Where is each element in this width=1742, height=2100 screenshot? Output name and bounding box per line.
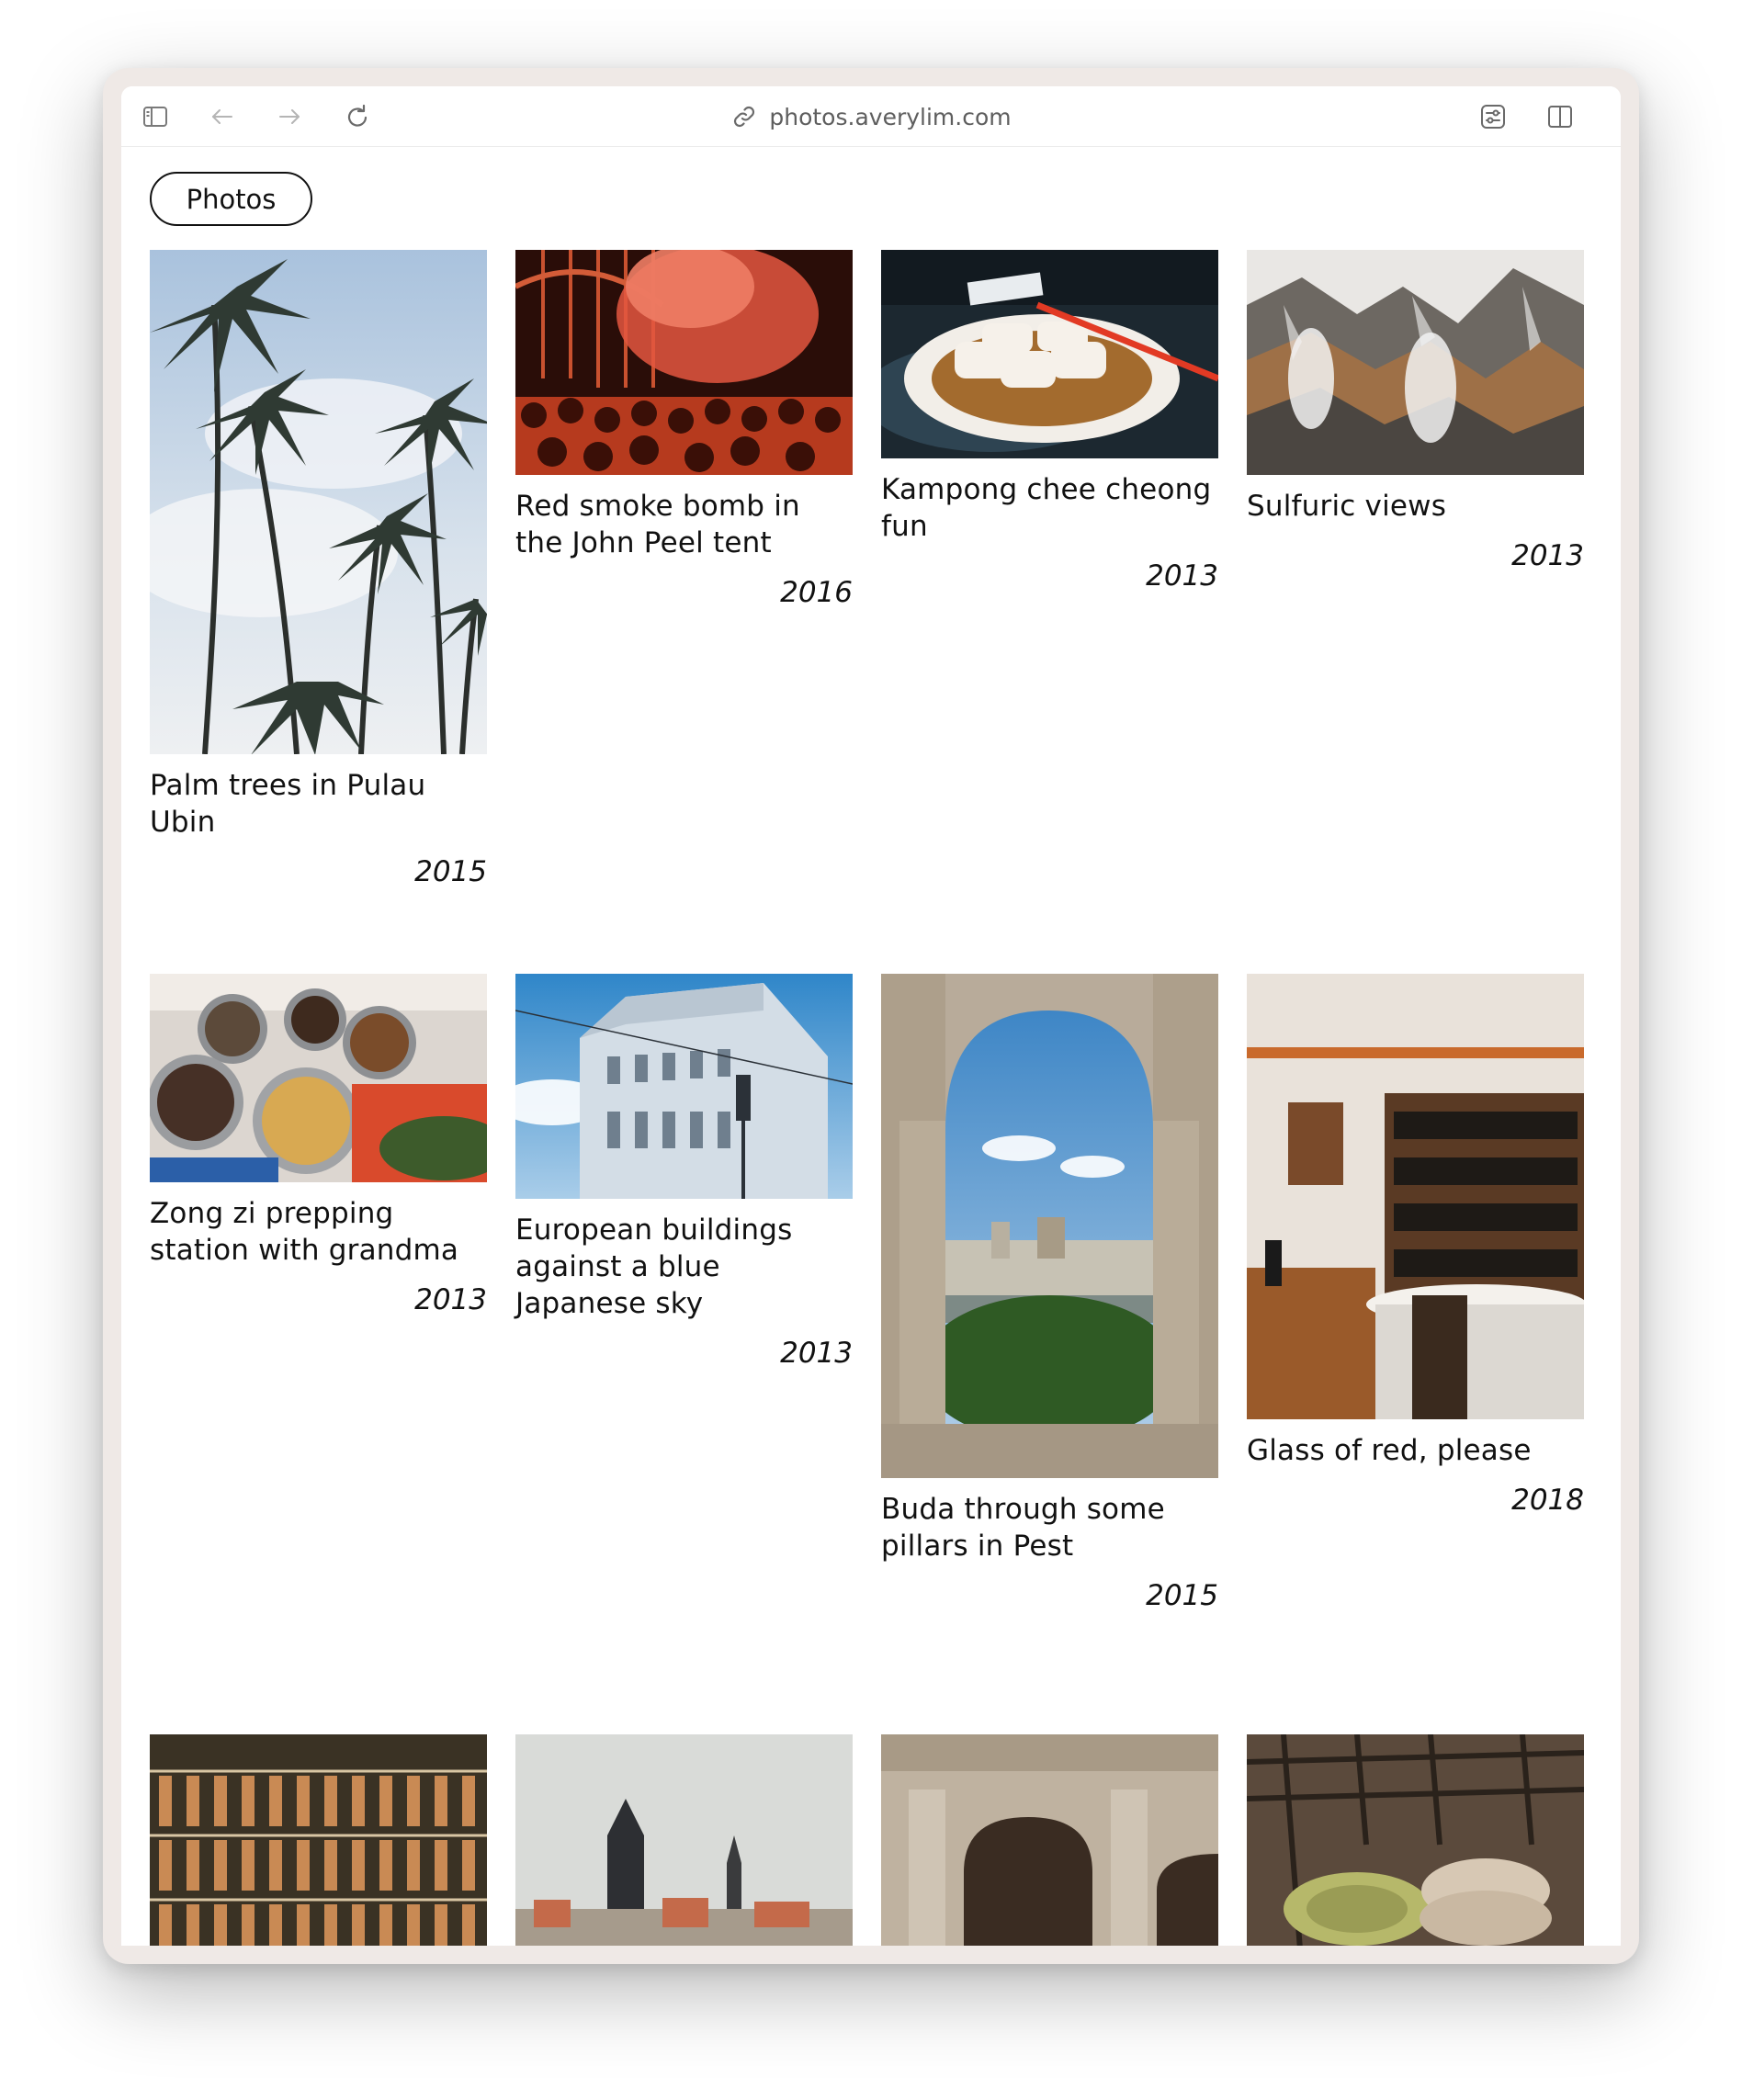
back-arrow-icon[interactable]	[207, 101, 238, 132]
photo-caption: Zong zi prepping station with grandma	[150, 1197, 459, 1267]
photo-image[interactable]	[1247, 974, 1584, 1419]
link-icon	[734, 106, 755, 128]
photo-year: 2015	[1146, 1579, 1218, 1612]
photo-card[interactable]	[1247, 1734, 1584, 1946]
photo-image[interactable]	[150, 974, 487, 1182]
photo-image[interactable]	[1247, 1734, 1584, 1946]
photo-image[interactable]	[515, 1734, 853, 1946]
reload-icon[interactable]	[342, 101, 373, 132]
photo-image[interactable]	[150, 1734, 487, 1946]
photo-year: 2018	[1511, 1484, 1584, 1517]
photo-card[interactable]: Buda through some pillars in Pest 2015	[881, 974, 1218, 1614]
photo-card[interactable]: Sulfuric views 2013	[1247, 250, 1584, 574]
photo-year: 2016	[780, 576, 853, 609]
photo-card[interactable]: European buildings against a blue Japane…	[515, 974, 853, 1372]
photo-caption: Glass of red, please	[1247, 1434, 1532, 1467]
browser-viewport: photos.averylim.com Photos Palm trees in…	[121, 86, 1621, 1946]
photo-image[interactable]	[150, 250, 487, 754]
photo-caption: Palm trees in Pulau Ubin	[150, 769, 426, 839]
photo-card[interactable]	[150, 1734, 487, 1946]
photo-image[interactable]	[515, 250, 853, 475]
photo-image[interactable]	[881, 974, 1218, 1478]
photo-card[interactable]: Zong zi prepping station with grandma 20…	[150, 974, 487, 1318]
browser-toolbar: photos.averylim.com	[121, 86, 1621, 147]
split-view-icon[interactable]	[1544, 101, 1576, 132]
photo-image[interactable]	[881, 250, 1218, 458]
photo-card[interactable]: Kampong chee cheong fun 2013	[881, 250, 1218, 594]
photo-caption: European buildings against a blue Japane…	[515, 1214, 793, 1320]
photos-nav-pill[interactable]: Photos	[150, 172, 312, 226]
photo-year: 2013	[414, 1283, 487, 1316]
browser-window: photos.averylim.com Photos Palm trees in…	[103, 68, 1639, 1964]
photo-card[interactable]: Glass of red, please 2018	[1247, 974, 1584, 1519]
photo-caption: Red smoke bomb in the John Peel tent	[515, 490, 800, 559]
extension-settings-icon[interactable]	[1477, 101, 1509, 132]
url-text: photos.averylim.com	[769, 103, 1012, 130]
photo-year: 2013	[1146, 559, 1218, 593]
photo-image[interactable]	[881, 1734, 1218, 1946]
photo-caption: Kampong chee cheong fun	[881, 473, 1212, 543]
photo-image[interactable]	[515, 974, 853, 1199]
forward-arrow-icon[interactable]	[274, 101, 305, 132]
page-content: Photos Palm trees in Pulau Ubin 2015 Red…	[121, 147, 1621, 1946]
photo-card[interactable]	[515, 1734, 853, 1946]
photo-card[interactable]	[881, 1734, 1218, 1946]
photo-card[interactable]: Red smoke bomb in the John Peel tent 201…	[515, 250, 853, 611]
photo-year: 2015	[414, 855, 487, 888]
photo-card[interactable]: Palm trees in Pulau Ubin 2015	[150, 250, 487, 890]
photo-year: 2013	[1511, 539, 1584, 572]
photo-caption: Sulfuric views	[1247, 490, 1447, 523]
photo-image[interactable]	[1247, 250, 1584, 475]
photo-year: 2013	[780, 1337, 853, 1370]
photo-caption: Buda through some pillars in Pest	[881, 1493, 1165, 1563]
sidebar-icon[interactable]	[140, 101, 171, 132]
